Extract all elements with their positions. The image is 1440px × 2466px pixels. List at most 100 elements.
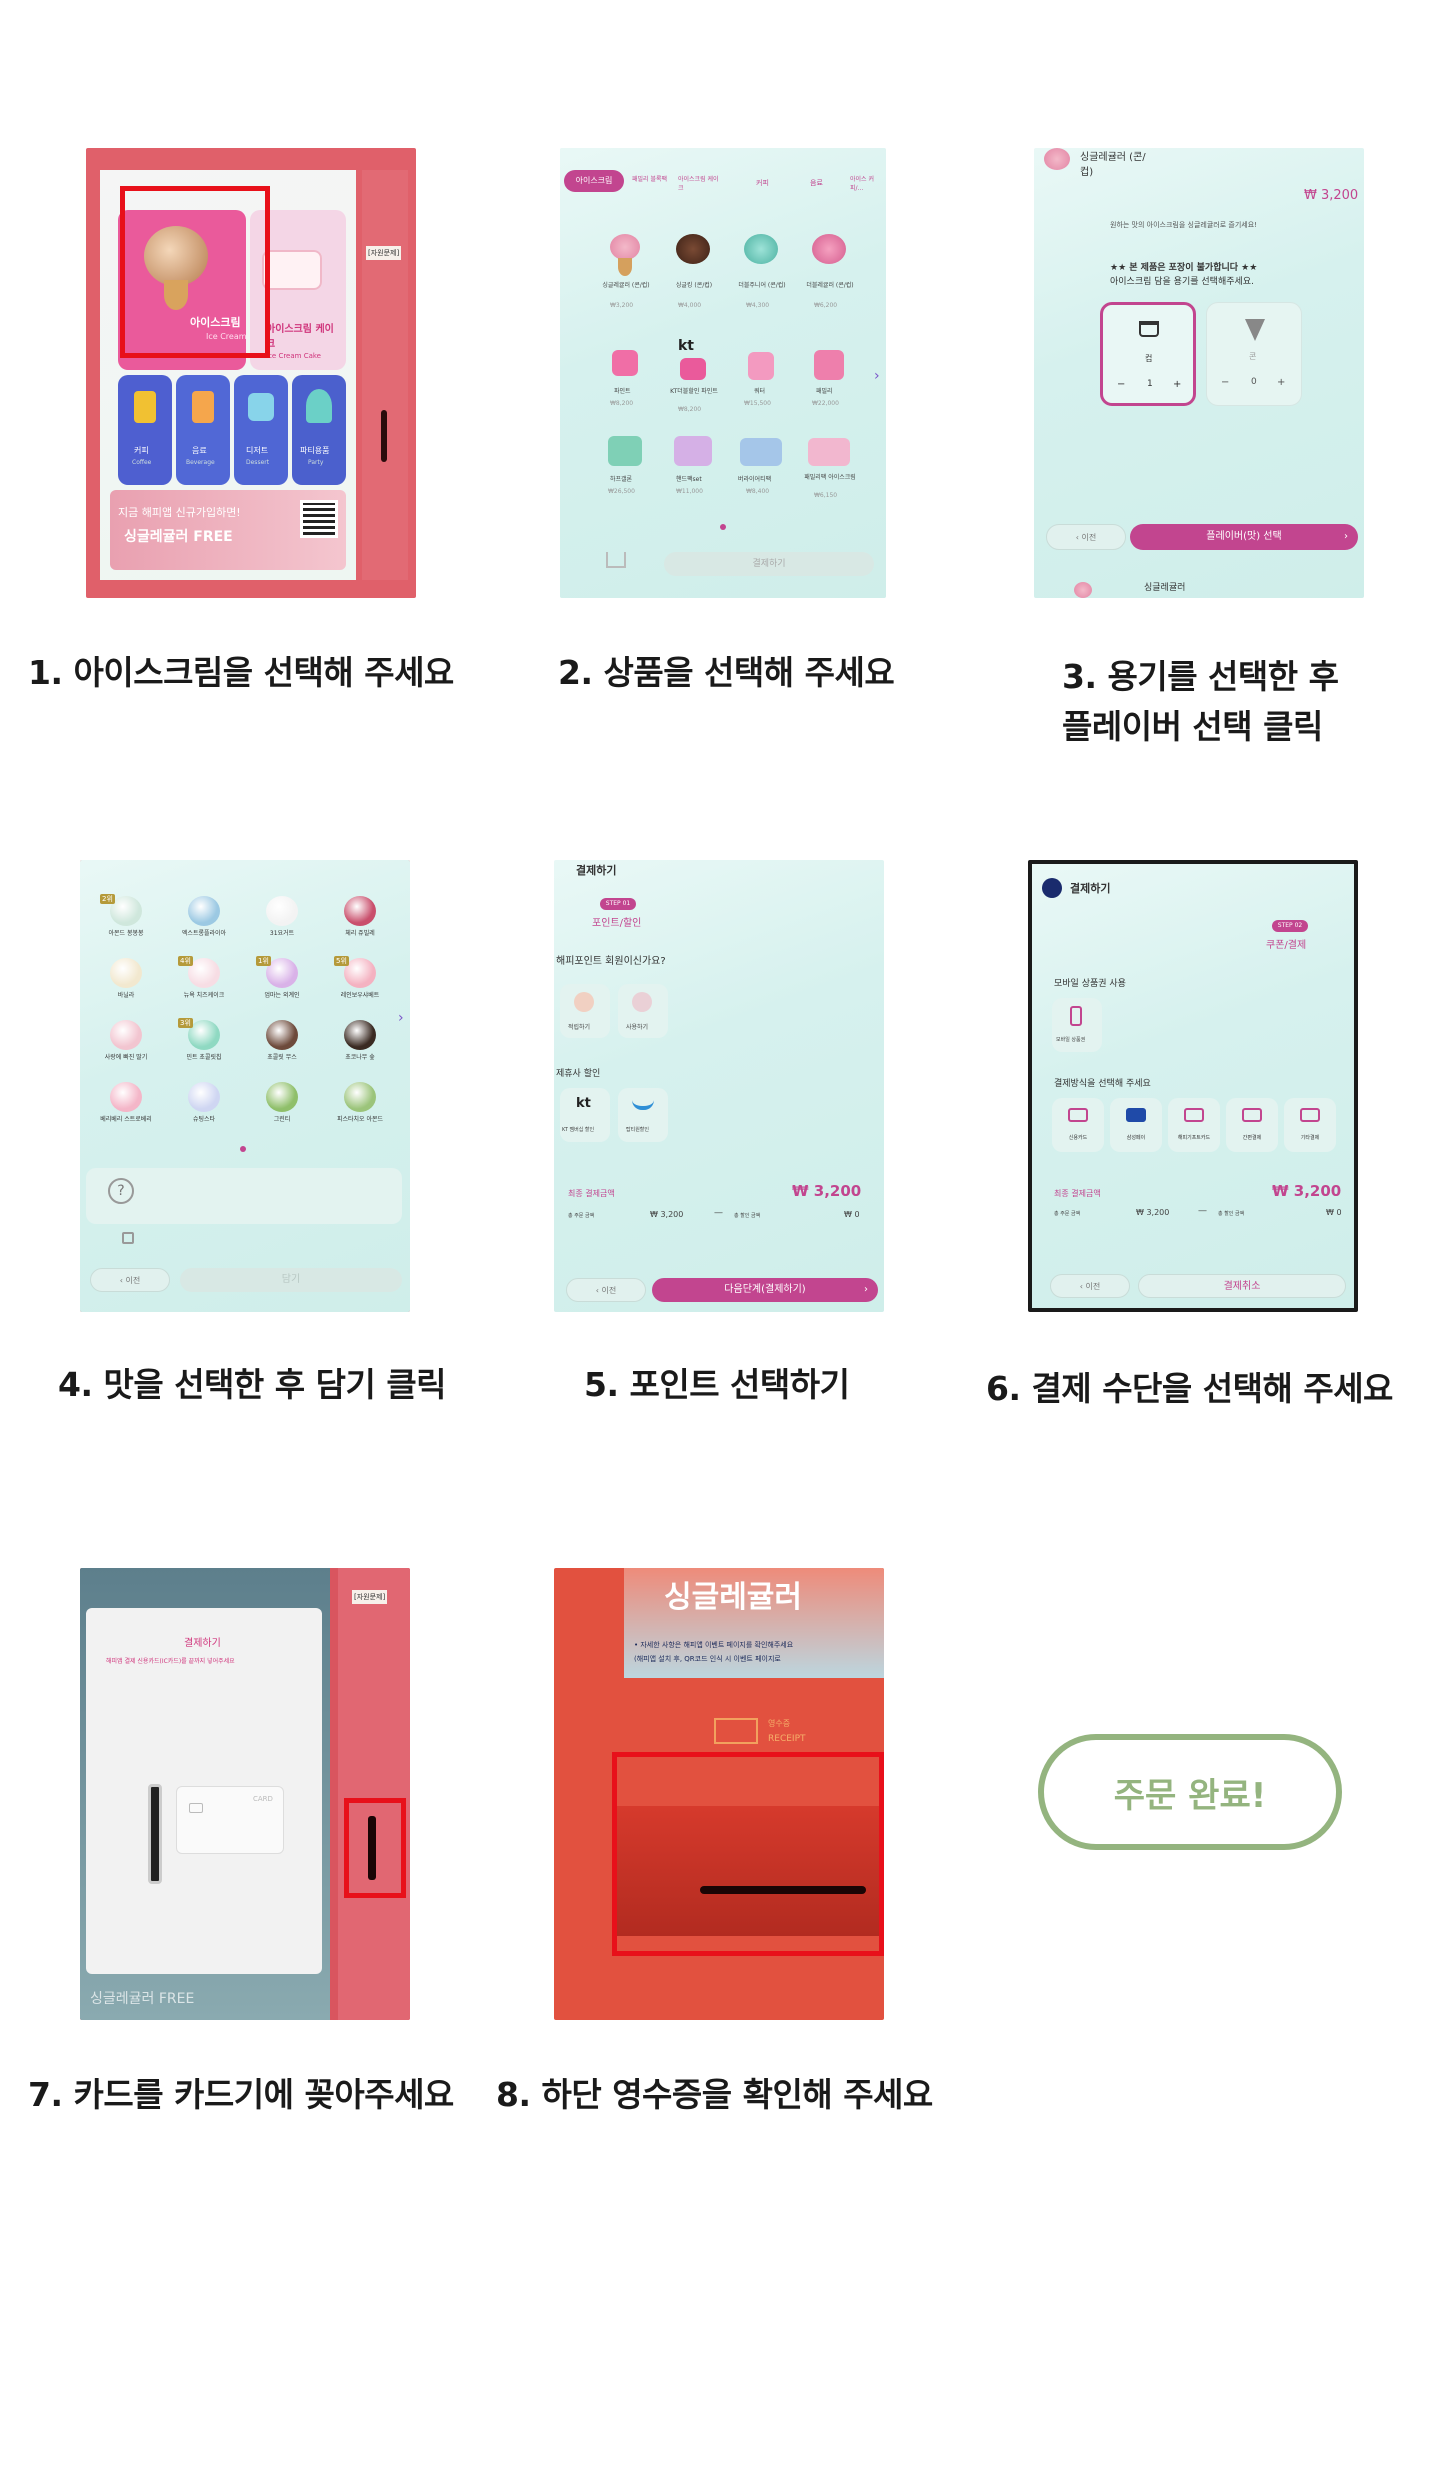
mobile-voucher-option[interactable]: 모바일 상품권 — [1052, 998, 1102, 1052]
earn-points-option[interactable]: 적립하기 — [560, 984, 610, 1038]
chevron-right-icon[interactable]: › — [874, 368, 880, 384]
product-card-single-regular[interactable]: 싱글레귤러 (콘/컵) ₩3,200 — [598, 234, 654, 314]
flavor-name: 바닐라 — [117, 992, 135, 999]
minus-sign: — — [714, 1208, 723, 1218]
product-card-double-junior[interactable]: 더블주니어 (콘/컵) ₩4,300 — [734, 234, 790, 314]
flavor-item[interactable]: 베리베리 스트로베리 — [88, 1082, 164, 1142]
flavor-item[interactable]: 4위 뉴욕 치즈케이크 — [166, 956, 242, 1018]
category-tile-dessert[interactable]: 디저트 Dessert — [234, 375, 288, 485]
flavor-select-button[interactable]: 플레이버(맛) 선택 › — [1130, 524, 1358, 550]
double-junior-image — [744, 234, 778, 264]
home-icon[interactable] — [606, 552, 626, 568]
product-card-family-pack[interactable]: 패밀리팩 아이스크림 ₩6,150 — [802, 430, 858, 500]
flavor-name: 체리 쥬빌레 — [345, 930, 375, 937]
promo-line2: 싱글레귤러 FREE — [124, 529, 233, 545]
product-card-quarter[interactable]: 쿼터 ₩15,500 — [734, 344, 790, 414]
tab-ice-cream-cake[interactable]: 아이스크림 케이크 — [678, 174, 722, 192]
category-tile-beverage[interactable]: 음료 Beverage — [176, 375, 230, 485]
add-to-cart-button[interactable]: 담기 — [180, 1268, 402, 1292]
product-card-variety-pack[interactable]: 버라이어티팩 ₩8,400 — [734, 430, 790, 500]
notice-line2: (해피앱 설치 후, QR코드 인식 시 이벤트 페이지로 — [634, 1655, 781, 1663]
kt-discount-option[interactable]: kt KT 멤버십 할인 — [560, 1088, 610, 1142]
minus-sign: — — [1198, 1206, 1207, 1216]
cone-option-card[interactable]: 콘 − 0 + — [1206, 302, 1302, 406]
flavor-item[interactable]: 사랑에 빠진 딸기 — [88, 1020, 164, 1080]
brand-logo-icon — [1042, 878, 1062, 898]
step-6-caption: 6. 결제 수단을 선택해 주세요 — [986, 1369, 1393, 1408]
card-graphic: CARD — [176, 1786, 284, 1854]
tab-family-block[interactable]: 패밀리 블록팩 — [632, 174, 672, 183]
flavor-item[interactable]: 바닐라 — [88, 958, 164, 1018]
tab-ice-cream[interactable]: 아이스크림 — [564, 170, 624, 192]
cup-plus-button[interactable]: + — [1173, 379, 1181, 390]
flavor-item[interactable]: 1위 엄마는 외계인 — [244, 956, 320, 1018]
back-button[interactable]: ‹ 이전 — [1046, 524, 1126, 550]
payment-method-option[interactable]: 신용카드 — [1052, 1098, 1104, 1152]
product-name: 싱글레귤러 (콘/컵) — [602, 282, 650, 289]
trash-icon[interactable] — [122, 1232, 134, 1244]
side-label: [자원문제] — [366, 246, 402, 260]
single-regular-image — [610, 234, 640, 260]
flavor-item[interactable]: 피스타치오 아몬드 — [322, 1082, 398, 1142]
payment-method-option[interactable]: 삼성페이 — [1110, 1098, 1162, 1152]
cup-option-card[interactable]: 컵 − 1 + — [1100, 302, 1196, 406]
hand-pack-image — [674, 436, 712, 466]
tab-more[interactable]: 아이스 커피/... — [850, 174, 880, 192]
flavor-item[interactable]: 초코나무 숲 — [322, 1020, 398, 1080]
product-thumbnail — [1044, 148, 1070, 170]
partner-discount-option[interactable]: 탑티원할인 — [618, 1088, 668, 1142]
category-tile-coffee[interactable]: 커피 Coffee — [118, 375, 172, 485]
chevron-right-icon[interactable]: › — [398, 1010, 404, 1026]
product-price: ₩22,000 — [812, 400, 839, 407]
product-card-single-king[interactable]: 싱글킹 (콘/컵) ₩4,000 — [666, 234, 722, 314]
cake-image — [262, 250, 322, 290]
tab-coffee[interactable]: 커피 — [756, 178, 769, 188]
payment-method-option[interactable]: 기타결제 — [1284, 1098, 1336, 1152]
flavor-name: 레인보우샤베트 — [340, 992, 380, 999]
payment-method-option[interactable]: 간편결제 — [1226, 1098, 1278, 1152]
flavor-item[interactable]: 그린티 — [244, 1082, 320, 1142]
step-badge: STEP 01 — [600, 898, 636, 910]
order-complete-button[interactable]: 주문 완료! — [1038, 1734, 1342, 1850]
cone-plus-button[interactable]: + — [1277, 377, 1285, 388]
product-card-kt-pint[interactable]: KT더블할인 파인트 ₩8,200 — [666, 344, 722, 414]
back-button[interactable]: ‹ 이전 — [1050, 1274, 1130, 1298]
cake-tile-title: 아이스크림 케이크 — [266, 324, 334, 350]
checkout-button[interactable]: 결제하기 — [664, 552, 874, 576]
product-card-double-regular[interactable]: 더블레귤러 (콘/컵) ₩6,200 — [802, 234, 858, 314]
cancel-payment-button[interactable]: 결제취소 — [1138, 1274, 1346, 1298]
product-price: ₩4,000 — [678, 302, 702, 309]
cone-minus-button[interactable]: − — [1221, 377, 1229, 388]
help-icon[interactable]: ? — [108, 1178, 134, 1204]
promo-banner[interactable]: 지금 해피앱 신규가입하면! 싱글레귤러 FREE — [110, 490, 346, 570]
flavor-item[interactable]: 2위 아몬드 봉봉봉 — [88, 894, 164, 956]
partner-discount-label: 탑티원할인 — [626, 1127, 650, 1133]
phone-icon — [1070, 1006, 1082, 1026]
cup-minus-button[interactable]: − — [1117, 379, 1125, 390]
flavor-item[interactable]: 체리 쥬빌레 — [322, 896, 398, 956]
flavor-name: 아몬드 봉봉봉 — [108, 930, 144, 937]
use-points-option[interactable]: 사용하기 — [618, 984, 668, 1038]
step-1-caption: 1. 아이스크림을 선택해 주세요 — [28, 653, 454, 692]
product-card-half-gallon[interactable]: 하프갤론 ₩26,500 — [598, 430, 654, 500]
tab-beverage[interactable]: 음료 — [810, 178, 823, 188]
next-step-button[interactable]: 다음단계(결제하기) › — [652, 1278, 878, 1302]
product-title: 싱글레귤러 (콘/컵) — [1080, 152, 1146, 178]
family-pack-image — [808, 438, 850, 466]
flavor-item[interactable]: 슈팅스타 — [166, 1082, 242, 1142]
product-card-hand-pack[interactable]: 핸드팩set ₩11,000 — [666, 430, 722, 500]
flavor-item[interactable]: 엑스트롱플라이아 — [166, 896, 242, 956]
back-button[interactable]: ‹ 이전 — [566, 1278, 646, 1302]
flavor-name: 슈팅스타 — [192, 1116, 216, 1123]
flavor-item[interactable]: 5위 레인보우샤베트 — [322, 956, 398, 1018]
back-button[interactable]: ‹ 이전 — [90, 1268, 170, 1292]
category-tile-party[interactable]: 파티용품 Party — [292, 375, 346, 485]
discount-label: 총 할인 금액 — [1218, 1211, 1245, 1217]
flavor-item[interactable]: 초콜릿 무스 — [244, 1020, 320, 1080]
product-card-pint[interactable]: 파인트 ₩8,200 — [598, 344, 654, 414]
payment-method-option[interactable]: 해피기프트카드 — [1168, 1098, 1220, 1152]
flavor-item[interactable]: 3위 민트 초콜릿칩 — [166, 1018, 242, 1080]
product-card-family[interactable]: 패밀리 ₩22,000 — [802, 344, 858, 414]
receipt-label-en: RECEIPT — [768, 1734, 806, 1744]
flavor-item[interactable]: 31요거트 — [244, 896, 320, 956]
